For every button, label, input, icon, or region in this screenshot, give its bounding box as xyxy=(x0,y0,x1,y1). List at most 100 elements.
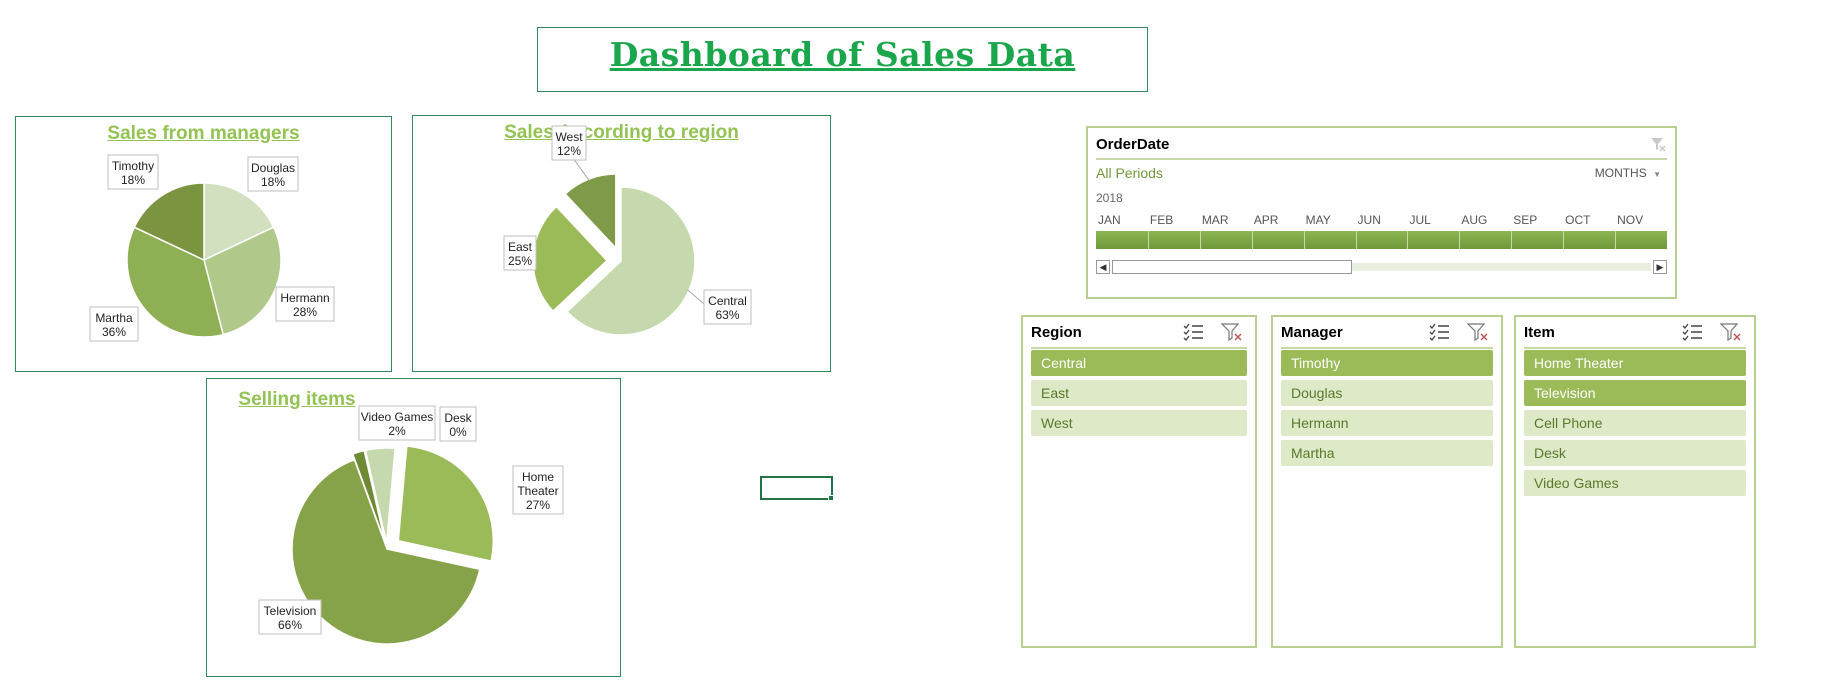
clear-filter-icon[interactable] xyxy=(1649,135,1667,153)
data-label-west: West12% xyxy=(551,125,590,181)
timeline-month-jul: JUL xyxy=(1409,213,1431,227)
slicer-item-east[interactable]: East xyxy=(1031,380,1247,406)
slicer-region[interactable]: Region Central East West xyxy=(1021,315,1257,648)
svg-text:25%: 25% xyxy=(508,254,532,268)
timeline-month-feb: FEB xyxy=(1149,213,1174,227)
slicer-item-video-games[interactable]: Video Games xyxy=(1524,470,1746,496)
svg-text:Television: Television xyxy=(264,604,317,618)
slicer-item-central[interactable]: Central xyxy=(1031,350,1247,376)
slicer-item-television[interactable]: Television xyxy=(1524,380,1746,406)
slicer-divider xyxy=(1524,347,1746,349)
timeline-month-divider xyxy=(1407,231,1409,249)
pie-chart-region: Central63% East25% West12% xyxy=(503,125,752,336)
svg-text:Douglas: Douglas xyxy=(251,161,295,175)
svg-text:Desk: Desk xyxy=(444,411,472,425)
slicer-title: Region xyxy=(1031,324,1082,341)
slicer-title: Manager xyxy=(1281,324,1343,341)
svg-text:18%: 18% xyxy=(261,175,285,189)
timeline-orderdate[interactable]: OrderDate All Periods MONTHS ▼ 2018 JAN F… xyxy=(1086,126,1677,299)
data-label-central: Central63% xyxy=(687,289,752,325)
slicer-item-desk[interactable]: Desk xyxy=(1524,440,1746,466)
timeline-periods-label: All Periods xyxy=(1096,165,1163,181)
timeline-month-divider xyxy=(1147,231,1149,249)
timeline-header: OrderDate xyxy=(1096,136,1170,153)
timeline-month-nov: NOV xyxy=(1617,213,1644,227)
multi-select-icon[interactable] xyxy=(1682,322,1704,342)
slicer-title: Item xyxy=(1524,324,1555,341)
chart-selling-items[interactable]: Selling items Home Theater 27% Television 66… xyxy=(206,378,621,677)
svg-text:East: East xyxy=(508,240,533,254)
svg-text:Martha: Martha xyxy=(95,311,133,325)
pie-chart-managers: Douglas18%Hermann28%Martha36%Timothy18% xyxy=(89,154,335,342)
timeline-month-divider xyxy=(1459,231,1461,249)
clear-filter-icon[interactable] xyxy=(1719,322,1742,342)
chart-sales-by-region[interactable]: Sales According to region Central 63% East… xyxy=(412,115,831,372)
svg-text:28%: 28% xyxy=(293,305,317,319)
slicer-item-home-theater[interactable]: Home Theater xyxy=(1524,350,1746,376)
timeline-divider xyxy=(1096,158,1667,160)
clear-filter-icon[interactable] xyxy=(1220,322,1243,342)
data-label-video-games: Video Games2% xyxy=(358,405,436,441)
pie-slice-home-theater[interactable] xyxy=(397,445,494,562)
slicer-item-cell-phone[interactable]: Cell Phone xyxy=(1524,410,1746,436)
slicer-item-martha[interactable]: Martha xyxy=(1281,440,1493,466)
selected-cell[interactable] xyxy=(760,476,833,500)
svg-text:Central: Central xyxy=(708,294,747,308)
dashboard-title-box[interactable]: Dashboard of Sales Data xyxy=(537,27,1148,92)
scroll-left-icon[interactable]: ◀ xyxy=(1096,260,1110,274)
timeline-month-aug: AUG xyxy=(1461,213,1488,227)
timeline-month-divider xyxy=(1563,231,1565,249)
data-label-television: Television66% xyxy=(258,599,322,635)
slicer-item-timothy[interactable]: Timothy xyxy=(1281,350,1493,376)
data-label-east: East25% xyxy=(503,235,537,271)
data-label-douglas: Douglas18% xyxy=(247,156,299,192)
fill-handle[interactable] xyxy=(828,495,834,501)
timeline-level-label: MONTHS xyxy=(1594,166,1647,180)
svg-text:Theater: Theater xyxy=(517,484,558,498)
data-label-home-theater: HomeTheater27% xyxy=(512,465,564,515)
slicer-divider xyxy=(1031,347,1247,349)
slicer-divider xyxy=(1281,347,1493,349)
timeline-month-may: MAY xyxy=(1305,213,1331,227)
timeline-month-sep: SEP xyxy=(1513,213,1538,227)
timeline-scrollbar[interactable]: ◀ ▶ xyxy=(1096,260,1667,274)
svg-text:Hermann: Hermann xyxy=(280,291,329,305)
multi-select-icon[interactable] xyxy=(1183,322,1205,342)
svg-text:West: West xyxy=(555,130,583,144)
data-label-desk: Desk0% xyxy=(439,406,477,442)
chart-sales-from-managers[interactable]: Sales from managers Douglas 18% Hermann 28%… xyxy=(15,116,392,372)
timeline-month-jun: JUN xyxy=(1357,213,1381,227)
slicer-item-west[interactable]: West xyxy=(1031,410,1247,436)
slicer-item-douglas[interactable]: Douglas xyxy=(1281,380,1493,406)
svg-text:18%: 18% xyxy=(121,173,145,187)
slicer-item-hermann[interactable]: Hermann xyxy=(1281,410,1493,436)
clear-filter-icon[interactable] xyxy=(1466,322,1489,342)
multi-select-icon[interactable] xyxy=(1429,322,1451,342)
timeline-month-mar: MAR xyxy=(1201,213,1229,227)
data-label-timothy: Timothy18% xyxy=(107,154,159,190)
svg-text:Home: Home xyxy=(522,470,554,484)
timeline-month-divider xyxy=(1251,231,1253,249)
timeline-month-jan: JAN xyxy=(1098,213,1121,227)
scrollbar-thumb[interactable] xyxy=(1112,260,1352,274)
timeline-range-bar[interactable] xyxy=(1096,231,1667,249)
svg-text:27%: 27% xyxy=(526,498,550,512)
svg-text:66%: 66% xyxy=(278,618,302,632)
svg-text:2%: 2% xyxy=(388,424,406,438)
scroll-right-icon[interactable]: ▶ xyxy=(1653,260,1667,274)
svg-text:36%: 36% xyxy=(102,325,126,339)
svg-text:Timothy: Timothy xyxy=(112,159,154,173)
timeline-level-dropdown[interactable]: MONTHS ▼ xyxy=(1595,166,1661,180)
timeline-month-apr: APR xyxy=(1253,213,1279,227)
dashboard-title: Dashboard of Sales Data xyxy=(609,35,1076,74)
timeline-month-divider xyxy=(1355,231,1357,249)
timeline-month-divider xyxy=(1199,231,1201,249)
slicer-manager[interactable]: Manager Timothy Douglas Hermann Martha xyxy=(1271,315,1503,648)
timeline-month-oct: OCT xyxy=(1565,213,1591,227)
svg-text:63%: 63% xyxy=(715,308,739,322)
svg-text:12%: 12% xyxy=(557,144,581,158)
pie-chart-items: HomeTheater27% Television66% Video Games2%… xyxy=(258,405,564,645)
svg-text:0%: 0% xyxy=(449,425,467,439)
timeline-month-divider xyxy=(1303,231,1305,249)
slicer-item[interactable]: Item Home Theater Television Cell Phone Desk… xyxy=(1514,315,1756,648)
